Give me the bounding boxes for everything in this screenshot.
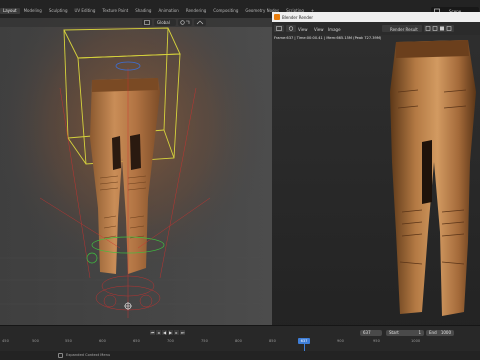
render-slot-dropdown[interactable]: Render Result bbox=[382, 25, 422, 32]
tab-rendering[interactable]: Rendering bbox=[183, 8, 209, 14]
end-value: 1000 bbox=[440, 330, 451, 335]
tab-animation[interactable]: Animation bbox=[155, 8, 181, 14]
browse-image-icon bbox=[425, 26, 452, 31]
render-window-titlebar[interactable]: Blender Render bbox=[272, 12, 480, 22]
ruler-tick: 550 bbox=[65, 339, 72, 343]
frame-ruler[interactable]: 450 500 550 600 650 700 750 800 850 900 … bbox=[0, 338, 480, 346]
view-mode-icon bbox=[288, 26, 294, 31]
image-editor-header: View View Image Render Result bbox=[272, 22, 480, 35]
render-window-title: Blender Render bbox=[282, 15, 314, 20]
status-bar: Expanded Context Menu bbox=[0, 351, 480, 360]
mouse-icon bbox=[58, 353, 63, 358]
ruler-tick: 950 bbox=[373, 339, 380, 343]
snap-icon bbox=[196, 20, 204, 25]
orientation-label: Global bbox=[157, 20, 170, 25]
tab-layout[interactable]: Layout bbox=[0, 8, 20, 14]
image-editor-icon bbox=[276, 26, 282, 31]
render-result-image bbox=[272, 12, 480, 333]
object-mode-icon bbox=[144, 20, 150, 25]
editor-type-selector[interactable] bbox=[274, 25, 284, 32]
end-label: End bbox=[429, 330, 437, 335]
menu-view[interactable]: View bbox=[298, 27, 308, 32]
ruler-tick: 650 bbox=[133, 339, 140, 343]
ruler-tick: 850 bbox=[269, 339, 276, 343]
ruler-tick: 900 bbox=[337, 339, 344, 343]
ruler-tick: 450 bbox=[2, 339, 9, 343]
3d-viewport[interactable]: Global bbox=[0, 18, 272, 325]
play-icon[interactable]: ▶ bbox=[168, 330, 173, 335]
snapping-toggle[interactable] bbox=[194, 19, 206, 26]
next-key-icon[interactable]: ▸ bbox=[174, 330, 179, 335]
mode-selector[interactable] bbox=[286, 25, 296, 32]
ruler-tick: 800 bbox=[235, 339, 242, 343]
ruler-tick: 1000 bbox=[411, 339, 421, 343]
tab-modeling[interactable]: Modeling bbox=[21, 8, 45, 14]
timeline[interactable]: ⏮ ◂ ◀ ▶ ▸ ⏭ 637 Start 1 End 1000 450 500… bbox=[0, 325, 480, 352]
ruler-tick: 700 bbox=[167, 339, 174, 343]
menu-image[interactable]: Image bbox=[328, 27, 341, 32]
start-frame-field[interactable]: Start 1 bbox=[386, 330, 424, 336]
render-slot-label: Render Result bbox=[390, 27, 418, 32]
blender-logo-icon bbox=[274, 14, 280, 20]
tab-compositing[interactable]: Compositing bbox=[210, 8, 241, 14]
start-label: Start bbox=[389, 330, 399, 335]
workspace-tabs: Layout Modeling Sculpting UV Editing Tex… bbox=[0, 8, 317, 14]
viewport-scene bbox=[0, 18, 272, 325]
jump-start-icon[interactable]: ⏮ bbox=[150, 330, 155, 335]
pivot-icon bbox=[180, 20, 190, 25]
transform-orientation-dropdown[interactable]: Global bbox=[154, 19, 176, 26]
end-frame-field[interactable]: End 1000 bbox=[426, 330, 454, 336]
object-mode-selector[interactable] bbox=[142, 19, 152, 26]
ruler-tick: 500 bbox=[32, 339, 39, 343]
prev-key-icon[interactable]: ◂ bbox=[156, 330, 161, 335]
render-window[interactable]: Blender Render View View Image Render Re… bbox=[272, 12, 480, 333]
menu-view-2[interactable]: View bbox=[314, 27, 324, 32]
tab-texture-paint[interactable]: Texture Paint bbox=[99, 8, 131, 14]
current-frame-field[interactable]: 637 bbox=[360, 330, 382, 336]
jump-end-icon[interactable]: ⏭ bbox=[180, 330, 185, 335]
tab-uv-editing[interactable]: UV Editing bbox=[72, 8, 99, 14]
play-reverse-icon[interactable]: ◀ bbox=[162, 330, 167, 335]
start-value: 1 bbox=[418, 330, 421, 335]
tab-sculpting[interactable]: Sculpting bbox=[46, 8, 71, 14]
playback-controls: ⏮ ◂ ◀ ▶ ▸ ⏭ bbox=[150, 330, 185, 335]
image-actions[interactable] bbox=[424, 25, 454, 32]
pivot-point-selector[interactable] bbox=[178, 19, 192, 26]
status-hint: Expanded Context Menu bbox=[66, 353, 111, 357]
ruler-tick: 600 bbox=[99, 339, 106, 343]
tab-shading[interactable]: Shading bbox=[132, 8, 154, 14]
ruler-tick: 750 bbox=[201, 339, 208, 343]
render-status-text: Frame:637 | Time:00:00.41 | Mem:665.15M … bbox=[274, 36, 382, 40]
